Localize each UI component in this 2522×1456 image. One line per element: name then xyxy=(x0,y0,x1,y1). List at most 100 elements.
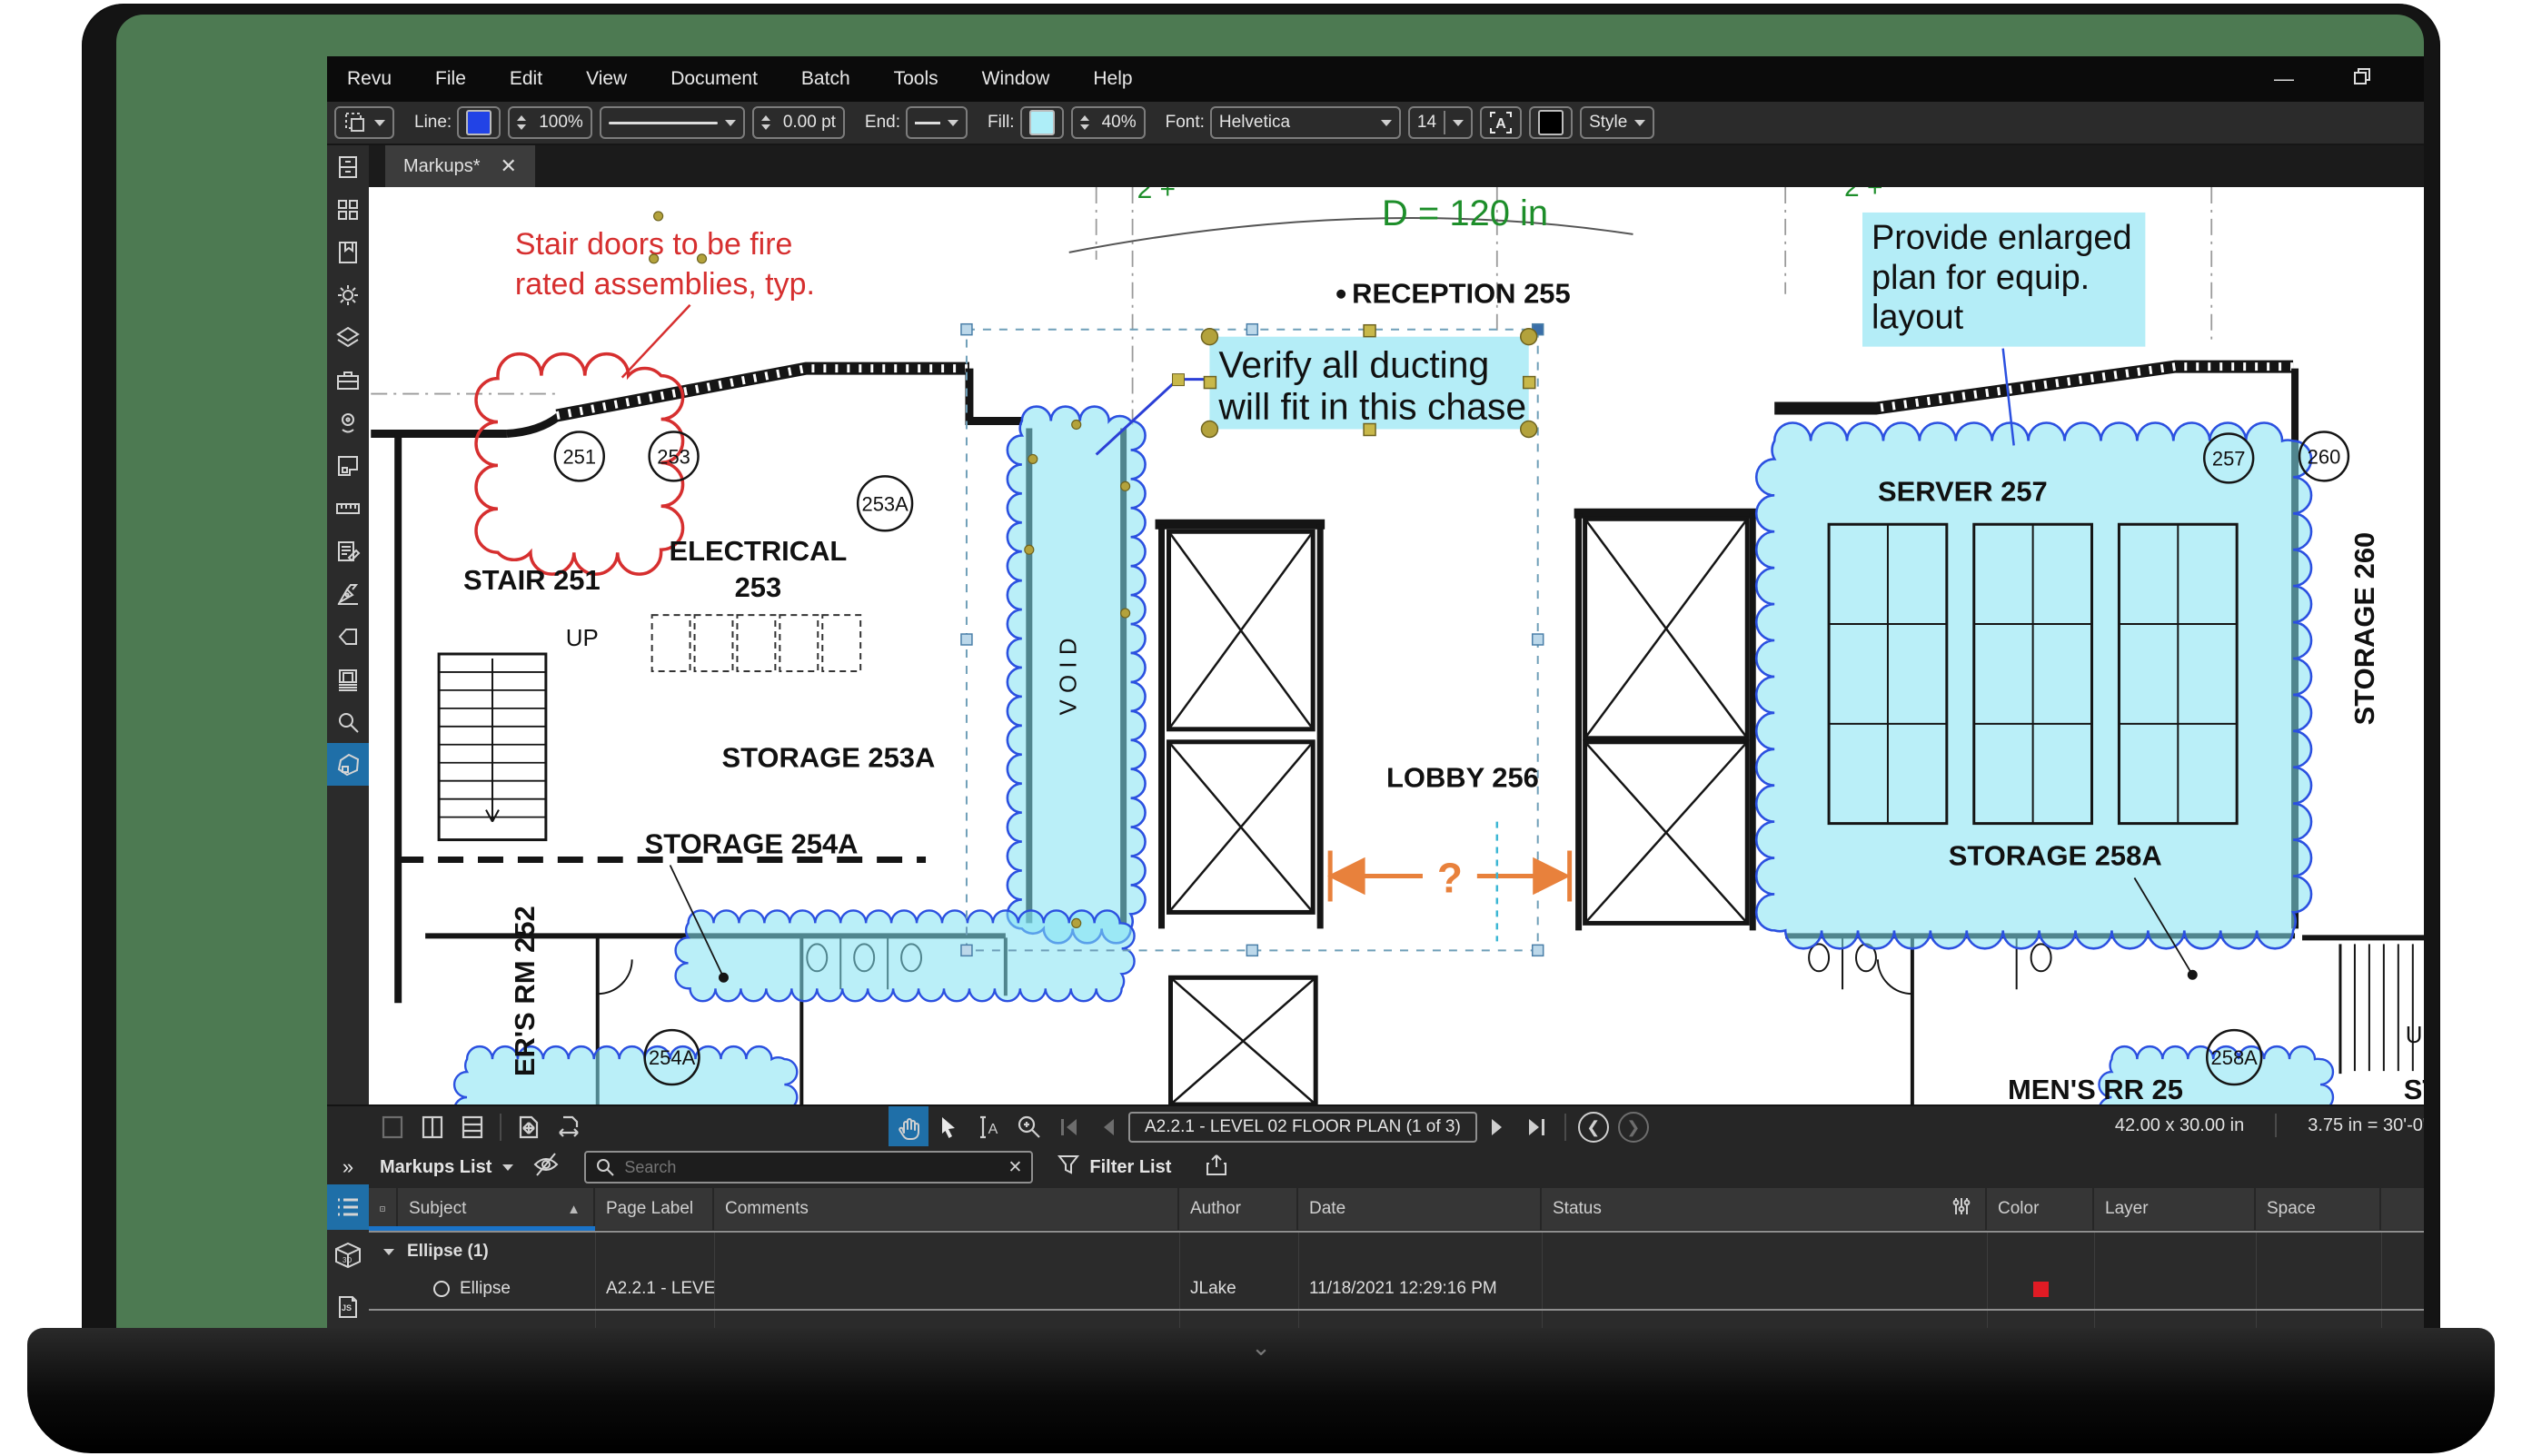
next-page-icon[interactable] xyxy=(1477,1106,1517,1148)
menu-batch[interactable]: Batch xyxy=(801,68,850,90)
previous-page-icon[interactable] xyxy=(1088,1106,1128,1148)
equip-note-line1[interactable]: Provide enlarged xyxy=(1872,219,2132,257)
tab-markups[interactable]: Markups* ✕ xyxy=(385,145,535,187)
places-pin-icon[interactable] xyxy=(327,401,369,444)
menu-revu[interactable]: Revu xyxy=(347,68,392,90)
line-style-dropdown[interactable] xyxy=(600,106,745,139)
tool-mode-dropdown[interactable] xyxy=(334,106,394,139)
menu-tools[interactable]: Tools xyxy=(894,68,938,90)
fill-opacity-spinner[interactable]: 40% xyxy=(1071,106,1146,139)
line-opacity-spinner[interactable]: 100% xyxy=(508,106,592,139)
tool-chest-icon[interactable] xyxy=(327,359,369,401)
bookmarks-icon[interactable] xyxy=(327,231,369,273)
column-author[interactable]: Author xyxy=(1179,1188,1298,1230)
group-row-ellipse[interactable]: Ellipse (1) xyxy=(369,1233,2424,1271)
fill-color-button[interactable] xyxy=(1020,106,1064,139)
previous-view-icon[interactable]: ❮ xyxy=(1574,1106,1613,1148)
floor-plan: Stair doors to be fire rated assemblies,… xyxy=(369,187,2424,1104)
search-input[interactable] xyxy=(622,1157,1000,1178)
column-subject[interactable]: Subject ▲ xyxy=(398,1188,595,1230)
markups-search[interactable]: ✕ xyxy=(584,1151,1033,1184)
hide-markups-icon[interactable] xyxy=(531,1150,561,1184)
markup-summary-icon[interactable] xyxy=(327,530,369,572)
menu-help[interactable]: Help xyxy=(1093,68,1132,90)
zoom-tool[interactable] xyxy=(1008,1106,1048,1148)
column-settings-icon[interactable] xyxy=(1951,1195,1972,1223)
measurements-ruler-icon[interactable] xyxy=(327,487,369,530)
export-share-icon[interactable] xyxy=(1204,1152,1229,1183)
column-page-label[interactable]: Page Label xyxy=(595,1188,714,1230)
autosize-text-button[interactable]: A xyxy=(1480,106,1522,139)
callout-line1[interactable]: Verify all ducting xyxy=(1218,344,1489,386)
menu-document[interactable]: Document xyxy=(670,68,758,90)
fit-page-icon[interactable] xyxy=(509,1106,549,1148)
autosize-icon: A xyxy=(1489,111,1513,134)
markups-list-tab-icon[interactable] xyxy=(327,1184,369,1230)
dimension-text[interactable]: D = 120 in xyxy=(1382,193,1548,233)
column-comments[interactable]: Comments xyxy=(714,1188,1179,1230)
tab-close-icon[interactable]: ✕ xyxy=(500,154,516,178)
signature-pen-icon[interactable] xyxy=(327,572,369,615)
menu-edit[interactable]: Edit xyxy=(510,68,542,90)
page-label-box[interactable]: A2.2.1 - LEVEL 02 FLOOR PLAN (1 of 3) xyxy=(1128,1112,1477,1143)
3d-cube-tab-icon[interactable]: 3D xyxy=(327,1230,369,1281)
split-vertical-icon[interactable] xyxy=(412,1106,452,1148)
filter-list-label[interactable]: Filter List xyxy=(1089,1157,1171,1178)
menu-window[interactable]: Window xyxy=(982,68,1050,90)
fit-width-icon[interactable] xyxy=(549,1106,589,1148)
sets-icon[interactable] xyxy=(327,658,369,700)
markup-row-ellipse[interactable]: Ellipse A2.2.1 - LEVE... JLake 11/18/202… xyxy=(369,1271,2424,1307)
filter-icon[interactable] xyxy=(1057,1153,1080,1182)
question-mark-label[interactable]: ? xyxy=(1437,854,1463,901)
file-access-icon[interactable] xyxy=(327,145,369,188)
flags-tag-icon[interactable] xyxy=(327,615,369,658)
collapse-panel-left[interactable]: » xyxy=(327,1155,369,1179)
minimize-icon[interactable]: — xyxy=(2266,67,2302,91)
line-width-spinner[interactable]: 0.00 pt xyxy=(752,106,845,139)
thumbnails-icon[interactable] xyxy=(327,188,369,231)
chevron-down-icon[interactable] xyxy=(502,1164,513,1171)
column-date[interactable]: Date xyxy=(1298,1188,1542,1230)
menu-view[interactable]: View xyxy=(586,68,627,90)
select-tool[interactable] xyxy=(928,1106,968,1148)
column-space[interactable]: Space xyxy=(2256,1188,2381,1230)
callout-line2[interactable]: will fit in this chase xyxy=(1217,385,1526,427)
equip-note-line2[interactable]: plan for equip. xyxy=(1872,259,2090,297)
pan-hand-tool[interactable] xyxy=(889,1106,928,1148)
layers-icon[interactable] xyxy=(327,316,369,359)
next-view-icon[interactable]: ❯ xyxy=(1613,1106,1653,1148)
column-layer[interactable]: Layer xyxy=(2094,1188,2256,1230)
search-icon[interactable] xyxy=(327,700,369,743)
javascript-tab-icon[interactable]: JS xyxy=(327,1281,369,1332)
font-dropdown[interactable]: Helvetica xyxy=(1210,106,1401,139)
close-icon[interactable]: ✕ xyxy=(2422,67,2424,91)
line-end-dropdown[interactable] xyxy=(906,106,968,139)
split-horizontal-icon[interactable] xyxy=(452,1106,492,1148)
column-status[interactable]: Status xyxy=(1542,1188,1987,1230)
first-page-icon[interactable] xyxy=(1048,1106,1088,1148)
red-note-line2[interactable]: rated assemblies, typ. xyxy=(515,267,815,302)
text-color-button[interactable] xyxy=(1529,106,1573,139)
spaces-icon[interactable] xyxy=(327,444,369,487)
single-pane-icon[interactable] xyxy=(372,1106,412,1148)
menu-file[interactable]: File xyxy=(435,68,466,90)
column-color[interactable]: Color xyxy=(1987,1188,2094,1230)
markups-list-title[interactable]: Markups List xyxy=(380,1157,491,1178)
group-chevron-icon[interactable] xyxy=(383,1249,394,1255)
equip-note-line3[interactable]: layout xyxy=(1872,299,1964,337)
drawing-canvas[interactable]: Stair doors to be fire rated assemblies,… xyxy=(369,187,2424,1104)
row-color-chip[interactable] xyxy=(2033,1282,2049,1297)
page-size: 42.00 x 30.00 in xyxy=(2115,1115,2244,1136)
line-color-button[interactable] xyxy=(457,106,501,139)
red-cloud-markup[interactable] xyxy=(476,305,690,574)
select-text-tool[interactable]: A xyxy=(968,1106,1008,1148)
restore-icon[interactable] xyxy=(2344,65,2380,93)
collapse-all-icon[interactable] xyxy=(369,1188,398,1230)
clear-search-icon[interactable]: ✕ xyxy=(1008,1157,1022,1178)
last-page-icon[interactable] xyxy=(1517,1106,1557,1148)
up-label-right: UP xyxy=(2406,1023,2424,1048)
properties-gear-icon[interactable] xyxy=(327,273,369,316)
style-dropdown[interactable]: Style xyxy=(1580,106,1654,139)
3d-model-icon[interactable] xyxy=(327,743,369,786)
font-size-dropdown[interactable]: 14 xyxy=(1408,106,1473,139)
